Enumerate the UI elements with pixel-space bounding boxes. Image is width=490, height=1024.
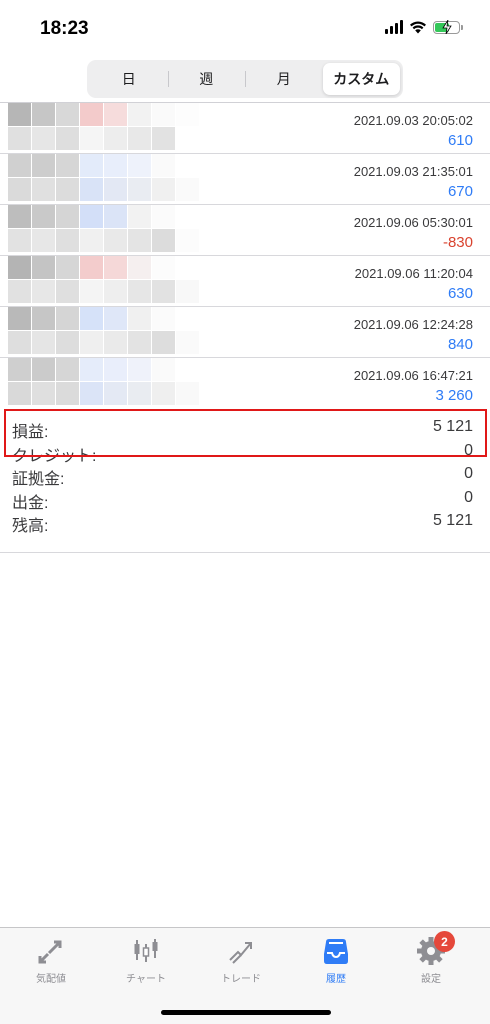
status-bar: 18:23 (0, 0, 490, 56)
tab-label: 設定 (421, 974, 441, 985)
inbox-icon (324, 939, 348, 964)
history-row[interactable]: 2021.09.06 05:30:01 -830 (0, 205, 490, 256)
summary-label: 出金: (12, 494, 49, 512)
history-time: 2021.09.03 20:05:02 (353, 113, 473, 128)
blurred-symbol (8, 205, 204, 255)
history-time: 2021.09.06 12:24:28 (353, 317, 473, 332)
history-row[interactable]: 2021.09.06 11:20:04 630 (0, 256, 490, 307)
tab-chart[interactable]: チャート (106, 936, 186, 992)
home-indicator (161, 1010, 331, 1015)
summary-value: 0 (464, 488, 473, 506)
blurred-symbol (8, 256, 204, 306)
tab-bar: 気配値 チャート トレード 履歴 2 設定 (0, 927, 490, 1024)
history-time: 2021.09.06 16:47:21 (353, 368, 473, 383)
history-time: 2021.09.03 21:35:01 (353, 164, 473, 179)
tab-quotes[interactable]: 気配値 (11, 936, 91, 992)
history-time: 2021.09.06 11:20:04 (354, 266, 473, 281)
quotes-icon (38, 940, 62, 964)
tab-day[interactable]: 日 (90, 63, 168, 95)
status-icons (385, 19, 463, 34)
trade-icon (229, 942, 252, 964)
history-row[interactable]: 2021.09.03 20:05:02 610 (0, 103, 490, 154)
blurred-symbol (8, 154, 204, 204)
blurred-symbol (8, 307, 204, 357)
history-profit: 3 260 (435, 387, 473, 404)
history-profit: 670 (447, 183, 473, 200)
status-time: 18:23 (40, 18, 89, 39)
summary-value: 5 121 (432, 512, 473, 530)
tab-label: チャート (126, 974, 166, 985)
history-profit: 630 (447, 285, 473, 302)
summary-withdrawal-row: 出金: 0 (0, 487, 490, 512)
tab-month[interactable]: 月 (245, 63, 323, 95)
history-profit: 610 (447, 132, 473, 149)
summary-margin-row: 証拠金: 0 (0, 463, 490, 489)
highlight-annotation-box (4, 409, 487, 457)
tab-label: 履歴 (326, 974, 346, 985)
blurred-symbol (8, 103, 204, 153)
tab-trade[interactable]: トレード (201, 936, 281, 992)
blurred-symbol (8, 358, 204, 408)
summary-balance-row: 残高: 5 121 (0, 510, 490, 536)
candlestick-icon (134, 939, 158, 962)
history-profit: 840 (447, 336, 473, 353)
summary-label: 証拠金: (12, 471, 65, 489)
tab-label: 気配値 (36, 974, 66, 985)
history-row[interactable]: 2021.09.06 12:24:28 840 (0, 307, 490, 358)
tab-label: トレード (221, 974, 261, 985)
history-list: 2021.09.03 20:05:02 610 2021.09.03 21:35… (0, 103, 490, 409)
tab-history[interactable]: 履歴 (296, 936, 376, 992)
notification-badge: 2 (434, 931, 455, 952)
tab-custom[interactable]: カスタム (322, 63, 400, 95)
tab-week[interactable]: 週 (167, 63, 246, 95)
divider (0, 552, 490, 553)
battery-icon (433, 19, 463, 34)
cellular-signal-icon (385, 20, 403, 34)
tab-settings[interactable]: 2 設定 (391, 931, 471, 992)
period-segmented-control: 日 週 月 カスタム (87, 60, 403, 98)
summary-label: 残高: (12, 518, 49, 536)
history-row[interactable]: 2021.09.03 21:35:01 670 (0, 154, 490, 205)
history-time: 2021.09.06 05:30:01 (353, 215, 473, 230)
wifi-icon (410, 21, 426, 34)
history-profit: -830 (442, 234, 473, 251)
summary-value: 0 (464, 465, 473, 483)
history-row[interactable]: 2021.09.06 16:47:21 3 260 (0, 358, 490, 409)
